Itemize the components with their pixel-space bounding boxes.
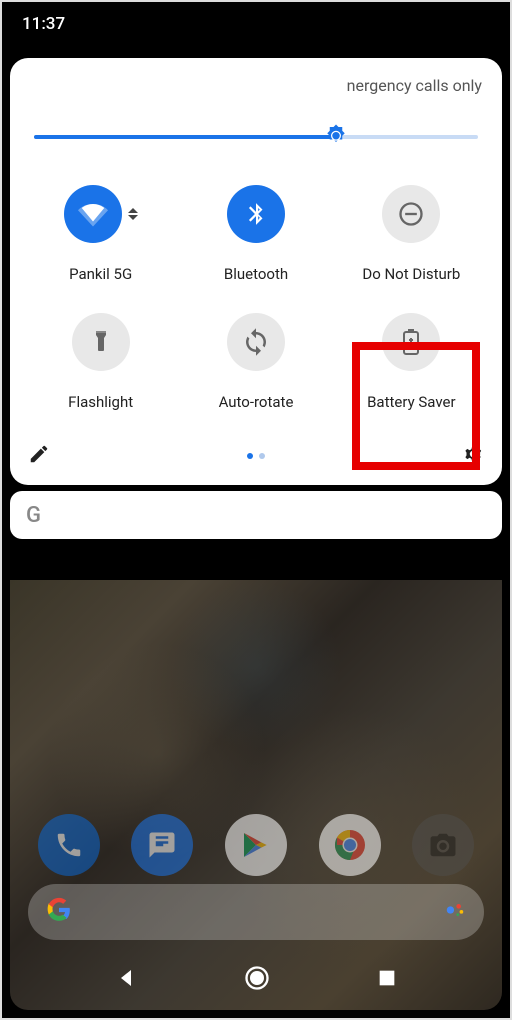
messages-icon xyxy=(147,830,177,860)
nav-back[interactable] xyxy=(114,966,138,994)
settings-button[interactable] xyxy=(462,443,484,469)
tile-flashlight[interactable]: Flashlight xyxy=(28,313,173,411)
dnd-icon xyxy=(382,185,440,243)
tile-wifi[interactable]: Pankil 5G xyxy=(28,185,173,283)
flashlight-icon xyxy=(72,313,130,371)
quick-settings-panel: nergency calls only Pankil 5G xyxy=(10,58,502,485)
phone-icon xyxy=(54,830,84,860)
tile-dnd[interactable]: Do Not Disturb xyxy=(339,185,484,283)
assistant-icon[interactable] xyxy=(444,899,466,925)
tile-label: Bluetooth xyxy=(224,265,288,283)
home-wallpaper xyxy=(10,580,502,1010)
app-dock xyxy=(22,814,490,876)
page-dot-active xyxy=(247,453,253,459)
tile-label: Pankil 5G xyxy=(69,265,132,283)
navigation-bar xyxy=(2,960,510,1000)
tile-battery-saver[interactable]: Battery Saver xyxy=(339,313,484,411)
tile-label: Flashlight xyxy=(68,393,133,411)
recents-icon xyxy=(376,967,398,989)
google-search-card[interactable]: G xyxy=(10,491,502,539)
nav-home[interactable] xyxy=(243,964,271,996)
page-indicator xyxy=(247,453,265,459)
dock-chrome[interactable] xyxy=(319,814,381,876)
network-status-text: nergency calls only xyxy=(347,76,482,95)
google-logo-icon xyxy=(46,897,72,927)
tile-auto-rotate[interactable]: Auto-rotate xyxy=(183,313,328,411)
camera-icon xyxy=(428,830,458,860)
nav-recents[interactable] xyxy=(376,967,398,993)
gear-icon xyxy=(462,443,484,465)
expand-chevrons-icon[interactable] xyxy=(128,208,138,220)
brightness-fill xyxy=(34,135,336,139)
dock-phone[interactable] xyxy=(38,814,100,876)
dock-camera[interactable] xyxy=(412,814,474,876)
home-icon xyxy=(243,964,271,992)
pencil-icon xyxy=(28,443,50,465)
back-icon xyxy=(114,966,138,990)
tile-label: Auto-rotate xyxy=(219,393,294,411)
edit-button[interactable] xyxy=(28,443,50,469)
brightness-slider[interactable] xyxy=(34,125,478,149)
wifi-icon xyxy=(64,185,122,243)
dock-messages[interactable] xyxy=(131,814,193,876)
status-bar: 11:37 xyxy=(2,2,510,46)
page-dot-inactive xyxy=(259,453,265,459)
brightness-thumb[interactable] xyxy=(321,122,351,152)
bluetooth-icon xyxy=(227,185,285,243)
tile-label: Do Not Disturb xyxy=(362,265,460,283)
rotate-icon xyxy=(227,313,285,371)
qs-footer xyxy=(28,439,484,473)
google-g-icon: G xyxy=(26,503,41,528)
dock-play[interactable] xyxy=(225,814,287,876)
brightness-icon xyxy=(321,122,351,152)
play-store-icon xyxy=(240,829,272,861)
status-time: 11:37 xyxy=(22,14,65,34)
tile-label: Battery Saver xyxy=(367,393,455,411)
chrome-icon xyxy=(332,827,368,863)
home-search-bar[interactable] xyxy=(28,884,484,940)
qs-header: nergency calls only xyxy=(28,76,484,95)
qs-tiles-grid: Pankil 5G Bluetooth Do Not Disturb Flash… xyxy=(28,185,484,411)
battery-saver-icon xyxy=(382,313,440,371)
tile-bluetooth[interactable]: Bluetooth xyxy=(183,185,328,283)
